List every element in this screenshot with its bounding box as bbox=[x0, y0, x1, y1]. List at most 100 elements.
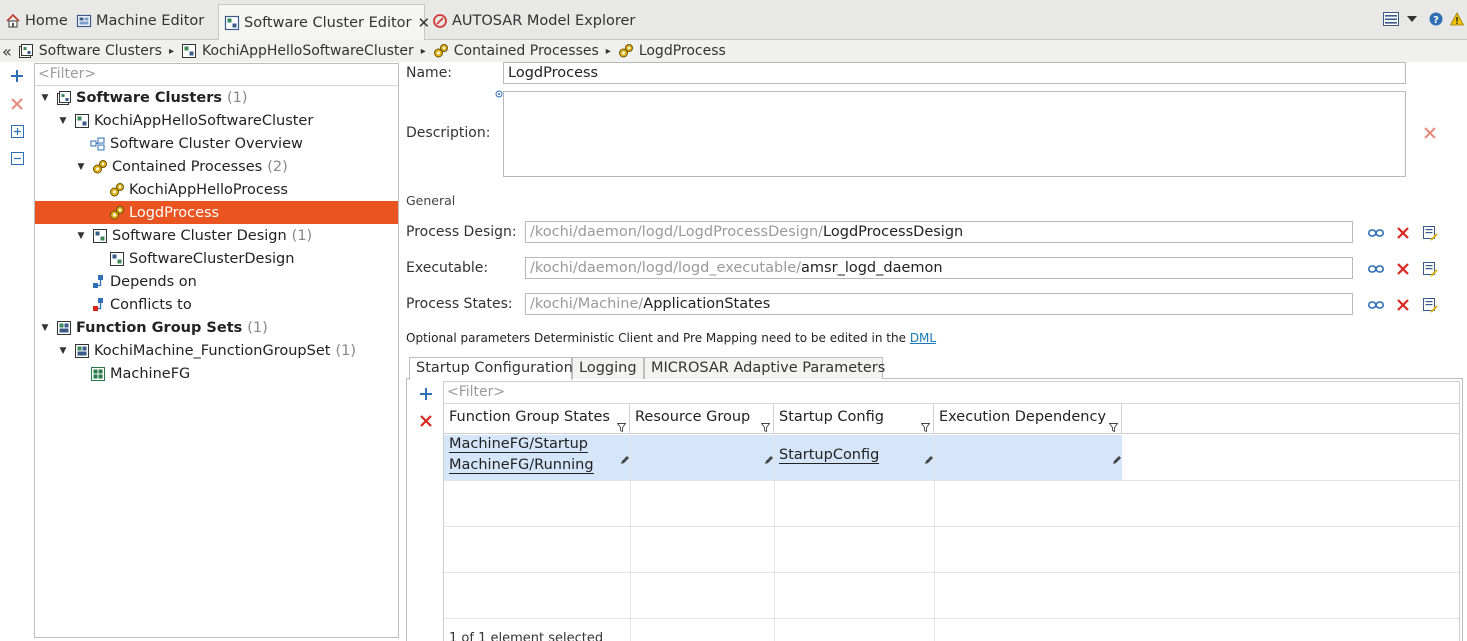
tree-filter-input[interactable]: <Filter> bbox=[35, 64, 398, 86]
browse-icon[interactable] bbox=[1422, 225, 1438, 241]
tree-item-label: LogdProcess bbox=[129, 204, 220, 221]
breadcrumb-item-cluster[interactable]: KochiAppHelloSoftwareCluster bbox=[181, 43, 414, 59]
edit-pencil-icon[interactable] bbox=[924, 455, 934, 465]
expand-arrow-icon[interactable]: ▼ bbox=[76, 162, 86, 172]
warning-button[interactable] bbox=[1450, 10, 1464, 28]
tree-item-function-group-sets[interactable]: ▼ Function Group Sets (1) bbox=[35, 316, 398, 339]
breadcrumb-item-logdprocess[interactable]: LogdProcess bbox=[618, 43, 726, 59]
browse-icon[interactable] bbox=[1422, 261, 1438, 277]
cell-startup-config[interactable]: StartupConfig bbox=[779, 447, 880, 464]
chevron-down-icon bbox=[1407, 16, 1417, 22]
add-button[interactable] bbox=[9, 68, 25, 84]
tree-item-kochimachine-functiongroupset[interactable]: ▼ KochiMachine_FunctionGroupSet (1) bbox=[35, 339, 398, 362]
filter-funnel-icon[interactable] bbox=[921, 423, 930, 432]
tab-home[interactable]: Home bbox=[0, 5, 73, 36]
tab-machine-editor[interactable]: Machine Editor bbox=[71, 5, 209, 36]
link-icon[interactable] bbox=[1368, 225, 1384, 241]
link-icon[interactable] bbox=[1368, 261, 1384, 277]
tree-item-kochiapphelloprocess[interactable]: KochiAppHelloProcess bbox=[35, 178, 398, 201]
table-filter-input[interactable]: <Filter> bbox=[444, 382, 1459, 404]
tree-item-depends-on[interactable]: Depends on bbox=[35, 270, 398, 293]
edit-pencil-icon[interactable] bbox=[620, 455, 630, 465]
function-group-sets-icon bbox=[56, 320, 72, 336]
tree-item-software-cluster-design[interactable]: ▼ Software Cluster Design (1) bbox=[35, 224, 398, 247]
tree-item-kochiapphello-cluster[interactable]: ▼ KochiAppHelloSoftwareCluster bbox=[35, 109, 398, 132]
tree-item-softwareclusterdesign[interactable]: SoftwareClusterDesign bbox=[35, 247, 398, 270]
filter-funnel-icon[interactable] bbox=[1109, 423, 1118, 432]
tree-item-label: Function Group Sets bbox=[76, 319, 243, 336]
column-header-execution-dependency[interactable]: Execution Dependency bbox=[934, 404, 1122, 434]
column-header-resource-group[interactable]: Resource Group bbox=[630, 404, 774, 434]
delete-row-button[interactable] bbox=[420, 415, 432, 427]
cell-function-group-state[interactable]: MachineFG/Startup bbox=[449, 436, 588, 453]
tab-microsar-adaptive-parameters[interactable]: MICROSAR Adaptive Parameters bbox=[644, 357, 885, 379]
tab-label: Software Cluster Editor bbox=[244, 14, 412, 31]
conflicts-to-icon bbox=[90, 297, 106, 313]
tree-item-label: Software Cluster Overview bbox=[110, 135, 303, 152]
expand-all-icon bbox=[10, 124, 24, 138]
clear-description-button[interactable] bbox=[1424, 127, 1436, 139]
process-design-field[interactable]: /kochi/daemon/logd/LogdProcessDesign/Log… bbox=[525, 221, 1353, 243]
tree-item-count: (1) bbox=[335, 342, 356, 359]
delete-x-icon[interactable] bbox=[1395, 297, 1411, 313]
tab-logging[interactable]: Logging bbox=[572, 357, 644, 379]
tab-label: AUTOSAR Model Explorer bbox=[452, 12, 636, 29]
breadcrumb-item-software-clusters[interactable]: Software Clusters bbox=[18, 43, 162, 59]
tree-item-label: MachineFG bbox=[110, 365, 191, 382]
tree-item-logdprocess[interactable]: LogdProcess bbox=[35, 201, 398, 224]
column-header-startup-config[interactable]: Startup Config bbox=[774, 404, 934, 434]
grid-line bbox=[444, 572, 1459, 573]
tree-item-label: KochiAppHelloProcess bbox=[129, 181, 288, 198]
delete-x-icon[interactable] bbox=[1395, 225, 1411, 241]
software-cluster-icon bbox=[74, 113, 90, 129]
collapse-all-button[interactable] bbox=[9, 150, 25, 166]
description-textarea[interactable] bbox=[503, 91, 1406, 177]
tree-item-count: (2) bbox=[267, 158, 288, 175]
help-button[interactable]: ? bbox=[1429, 10, 1443, 28]
tree-item-software-cluster-overview[interactable]: Software Cluster Overview bbox=[35, 132, 398, 155]
tree-item-label: Depends on bbox=[110, 273, 197, 290]
tree-item-count: (1) bbox=[291, 227, 313, 244]
expand-arrow-icon[interactable]: ▼ bbox=[40, 323, 50, 333]
dml-note: Optional parameters Deterministic Client… bbox=[406, 331, 937, 345]
software-cluster-icon bbox=[181, 43, 197, 59]
tab-software-cluster-editor[interactable]: Software Cluster Editor ✕ bbox=[218, 4, 430, 40]
expand-arrow-icon[interactable]: ▼ bbox=[40, 93, 50, 103]
dml-link[interactable]: DML bbox=[910, 331, 936, 345]
breadcrumb-back-button[interactable]: « bbox=[2, 42, 12, 61]
delete-x-icon[interactable] bbox=[1395, 261, 1411, 277]
name-input[interactable]: LogdProcess bbox=[503, 62, 1406, 84]
tree-item-contained-processes[interactable]: ▼ Contained Processes (2) bbox=[35, 155, 398, 178]
expand-arrow-icon[interactable]: ▼ bbox=[58, 116, 68, 126]
executable-field[interactable]: /kochi/daemon/logd/logd_executable/amsr_… bbox=[525, 257, 1353, 279]
executable-label: Executable: bbox=[406, 260, 489, 276]
edit-pencil-icon[interactable] bbox=[1112, 455, 1122, 465]
machine-editor-icon bbox=[76, 13, 92, 29]
delete-button[interactable] bbox=[9, 96, 25, 112]
process-states-field[interactable]: /kochi/Machine/ApplicationStates bbox=[525, 293, 1353, 315]
add-row-button[interactable] bbox=[419, 387, 433, 401]
tree-item-machinefg[interactable]: MachineFG bbox=[35, 362, 398, 385]
expand-all-button[interactable] bbox=[9, 123, 25, 139]
view-menu-button[interactable] bbox=[1383, 10, 1417, 28]
column-header-function-group-states[interactable]: Function Group States bbox=[444, 404, 630, 434]
svg-text:?: ? bbox=[1433, 15, 1439, 26]
expand-arrow-icon[interactable]: ▼ bbox=[58, 346, 68, 356]
tree-item-conflicts-to[interactable]: Conflicts to bbox=[35, 293, 398, 316]
cell-function-group-state[interactable]: MachineFG/Running bbox=[449, 457, 594, 474]
breadcrumb-item-contained-processes[interactable]: Contained Processes bbox=[433, 43, 599, 59]
expand-arrow-icon[interactable]: ▼ bbox=[76, 231, 86, 241]
software-cluster-editor-icon bbox=[224, 15, 240, 31]
process-gears-icon bbox=[109, 205, 125, 221]
edit-pencil-icon[interactable] bbox=[764, 455, 774, 465]
function-group-icon bbox=[90, 366, 106, 382]
browse-icon[interactable] bbox=[1422, 297, 1438, 313]
filter-funnel-icon[interactable] bbox=[761, 423, 770, 432]
filter-funnel-icon[interactable] bbox=[617, 423, 626, 432]
tree-item-label: KochiMachine_FunctionGroupSet bbox=[94, 342, 331, 359]
link-icon[interactable] bbox=[1368, 297, 1384, 313]
tab-autosar-model-explorer[interactable]: AUTOSAR Model Explorer bbox=[427, 5, 640, 36]
tree-item-software-clusters[interactable]: ▼ Software Clusters (1) bbox=[35, 86, 398, 109]
tab-startup-configuration[interactable]: Startup Configuration bbox=[409, 357, 573, 380]
sub-tab-bar: Startup Configuration Logging MICROSAR A… bbox=[406, 357, 1463, 380]
